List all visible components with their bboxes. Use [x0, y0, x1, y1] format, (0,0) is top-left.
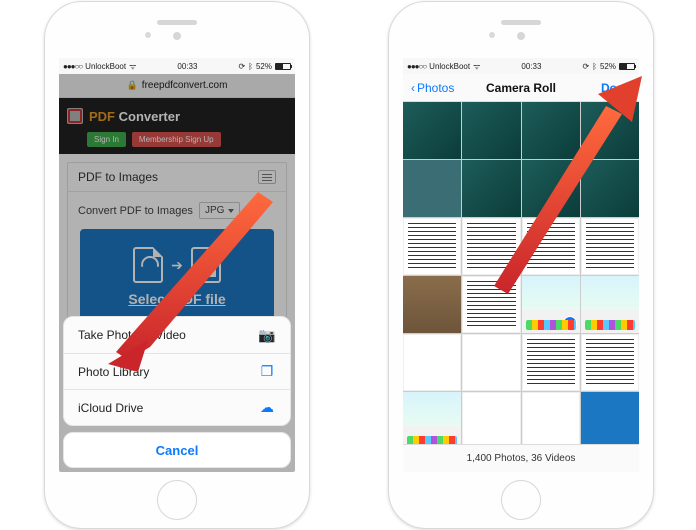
- photo-thumb[interactable]: [403, 276, 461, 333]
- signal-dots-icon: ●●●○○: [407, 62, 426, 71]
- back-button[interactable]: ‹Photos: [411, 81, 454, 95]
- sheet-take-label: Take Photo or Video: [78, 328, 186, 342]
- photo-thumb[interactable]: [581, 218, 639, 275]
- phone-speaker: [157, 20, 197, 25]
- photo-thumb[interactable]: ✓: [522, 276, 580, 333]
- photo-thumb[interactable]: [462, 392, 520, 449]
- sheet-library-label: Photo Library: [78, 365, 149, 379]
- sheet-cancel-button[interactable]: Cancel: [63, 432, 291, 468]
- photo-count-bar: 1,400 Photos, 36 Videos: [403, 444, 639, 472]
- phone-camera: [173, 32, 181, 40]
- iphone-left: ●●●○○ UnlockBoot ᯤ 00:33 ⟳ ᛒ 52% 🔒 freep…: [44, 1, 310, 529]
- photo-thumb[interactable]: [403, 392, 461, 449]
- iphone-right: ●●●○○ UnlockBoot ᯤ 00:33 ⟳ ᛒ 52% ‹Photos…: [388, 1, 654, 529]
- wifi-icon: ᯤ: [473, 61, 480, 72]
- photo-thumb[interactable]: [403, 160, 461, 217]
- photo-thumb[interactable]: [581, 160, 639, 217]
- chevron-left-icon: ‹: [411, 81, 415, 95]
- battery-icon: [619, 63, 635, 70]
- screen-right: ●●●○○ UnlockBoot ᯤ 00:33 ⟳ ᛒ 52% ‹Photos…: [403, 58, 639, 472]
- photo-thumb[interactable]: [581, 102, 639, 159]
- stack-icon: ❐: [258, 363, 276, 380]
- photo-thumb[interactable]: [581, 276, 639, 333]
- wifi-icon: ᯤ: [129, 61, 136, 72]
- bluetooth-icon: ᛒ: [248, 62, 253, 71]
- photo-grid[interactable]: ✓: [403, 102, 639, 444]
- camera-icon: 📷: [258, 327, 276, 344]
- photo-thumb[interactable]: [403, 218, 461, 275]
- photo-thumb[interactable]: [462, 160, 520, 217]
- battery-pct: 52%: [600, 62, 616, 71]
- sheet-take-photo[interactable]: Take Photo or Video 📷: [64, 317, 290, 353]
- done-button[interactable]: Done: [601, 81, 631, 95]
- orientation-lock-icon: ⟳: [582, 62, 589, 71]
- photo-thumb[interactable]: [522, 160, 580, 217]
- photo-thumb[interactable]: [581, 334, 639, 391]
- status-bar: ●●●○○ UnlockBoot ᯤ 00:33 ⟳ ᛒ 52%: [403, 58, 639, 74]
- photo-thumb[interactable]: [462, 334, 520, 391]
- cloud-icon: ☁: [258, 399, 276, 416]
- status-bar: ●●●○○ UnlockBoot ᯤ 00:33 ⟳ ᛒ 52%: [59, 58, 295, 74]
- phone-sensor: [145, 32, 151, 38]
- photo-thumb[interactable]: [581, 392, 639, 449]
- clock-label: 00:33: [177, 62, 197, 71]
- signal-dots-icon: ●●●○○: [63, 62, 82, 71]
- photo-thumb[interactable]: [403, 334, 461, 391]
- sheet-icloud-drive[interactable]: iCloud Drive ☁: [64, 389, 290, 425]
- screen-left: ●●●○○ UnlockBoot ᯤ 00:33 ⟳ ᛒ 52% 🔒 freep…: [59, 58, 295, 472]
- photo-thumb[interactable]: [522, 334, 580, 391]
- orientation-lock-icon: ⟳: [238, 62, 245, 71]
- photo-thumb[interactable]: [522, 218, 580, 275]
- battery-icon: [275, 63, 291, 70]
- nav-bar: ‹Photos Camera Roll Done: [403, 74, 639, 102]
- home-button[interactable]: [501, 480, 541, 520]
- clock-label: 00:33: [521, 62, 541, 71]
- phone-speaker: [501, 20, 541, 25]
- photo-count-label: 1,400 Photos, 36 Videos: [467, 453, 576, 464]
- check-icon: ✓: [563, 316, 577, 330]
- home-button[interactable]: [157, 480, 197, 520]
- cancel-label: Cancel: [156, 443, 199, 458]
- sheet-icloud-label: iCloud Drive: [78, 401, 143, 415]
- action-sheet: Take Photo or Video 📷 Photo Library ❐ iC…: [63, 316, 291, 468]
- photo-thumb[interactable]: [522, 102, 580, 159]
- battery-pct: 52%: [256, 62, 272, 71]
- sheet-photo-library[interactable]: Photo Library ❐: [64, 353, 290, 389]
- photo-thumb[interactable]: [462, 102, 520, 159]
- carrier-label: UnlockBoot: [85, 62, 126, 71]
- photo-thumb[interactable]: [462, 218, 520, 275]
- photo-thumb[interactable]: [403, 102, 461, 159]
- photo-thumb[interactable]: [462, 276, 520, 333]
- nav-title: Camera Roll: [486, 81, 556, 95]
- carrier-label: UnlockBoot: [429, 62, 470, 71]
- phone-sensor: [489, 32, 495, 38]
- bluetooth-icon: ᛒ: [592, 62, 597, 71]
- phone-camera: [517, 32, 525, 40]
- photo-thumb[interactable]: [522, 392, 580, 449]
